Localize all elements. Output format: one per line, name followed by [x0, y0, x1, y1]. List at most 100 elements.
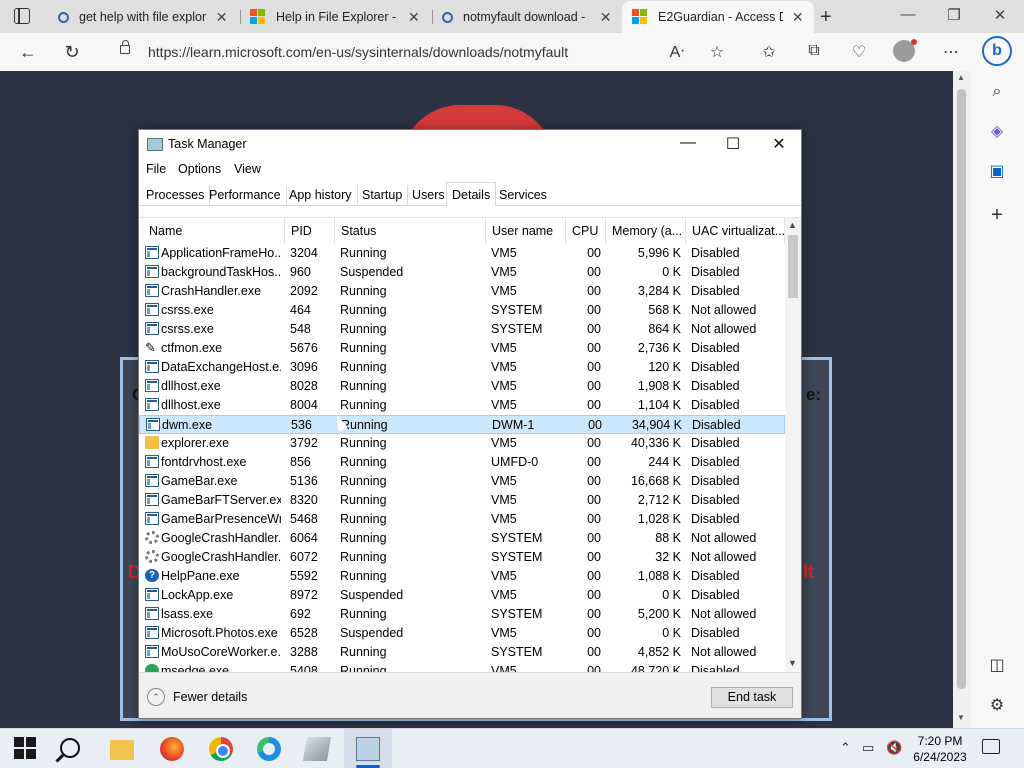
collections-icon[interactable]: ⧉	[803, 42, 825, 60]
table-row[interactable]: csrss.exe 464 Running SYSTEM 00 568 K Not allo…	[139, 301, 785, 320]
menu-file[interactable]: File	[146, 162, 166, 176]
outlook-icon[interactable]: ▣	[987, 162, 1007, 182]
add-icon[interactable]: +	[987, 205, 1007, 225]
virtual-machine-app-icon[interactable]	[302, 737, 332, 761]
file-explorer-icon[interactable]	[110, 740, 134, 760]
tab-startup[interactable]: Startup	[357, 185, 409, 206]
address-bar[interactable]: https://learn.microsoft.com/en-us/sysint…	[100, 38, 660, 66]
column-header-uac[interactable]: UAC virtualizat...	[686, 218, 785, 244]
end-task-button[interactable]: End task	[711, 687, 793, 708]
cell-name: ApplicationFrameHo...	[161, 246, 281, 260]
tab-users[interactable]: Users	[407, 185, 451, 206]
back-arrow-icon[interactable]: ←	[16, 40, 40, 64]
table-row[interactable]: explorer.exe 3792 Running VM5 00 40,336 K Disa…	[139, 434, 785, 453]
table-row[interactable]: DataExchangeHost.e... 3096 Running VM5 00 120…	[139, 358, 785, 377]
column-header-status[interactable]: Status	[335, 218, 486, 244]
minimize-icon[interactable]: —	[673, 134, 703, 152]
volume-muted-icon[interactable]: 🔇	[886, 740, 902, 756]
task-manager-taskbar-icon[interactable]	[356, 737, 380, 761]
favorite-star-icon[interactable]: ☆	[706, 42, 728, 62]
firefox-icon[interactable]	[160, 737, 184, 761]
settings-gear-icon[interactable]: ⚙	[987, 696, 1007, 716]
table-row[interactable]: MoUsoCoreWorker.e... 3288 Running SYSTEM 00 4…	[139, 643, 785, 662]
table-row[interactable]: Microsoft.Photos.exe 6528 Suspended VM5 00 0 …	[139, 624, 785, 643]
task-manager-titlebar[interactable]: Task Manager — ☐ ✕	[139, 130, 801, 160]
menu-view[interactable]: View	[234, 162, 261, 176]
sidebar-toggle-icon[interactable]: ◫	[987, 656, 1007, 676]
close-tab-icon[interactable]: ✕	[408, 9, 420, 26]
browser-essentials-icon[interactable]: ♡	[848, 42, 870, 62]
tab-app-history[interactable]: App history	[284, 185, 358, 206]
column-header-memory[interactable]: Memory (a...	[606, 218, 686, 244]
column-header-cpu[interactable]: CPU	[566, 218, 606, 244]
table-row[interactable]: CrashHandler.exe 2092 Running VM5 00 3,284 K D…	[139, 282, 785, 301]
table-row[interactable]: dllhost.exe 8004 Running VM5 00 1,104 K Disabl…	[139, 396, 785, 415]
table-row-selected[interactable]: dwm.exe 536 Running DWM-1 00 34,904 K Disabled	[139, 415, 785, 434]
table-row[interactable]: fontdrvhost.exe 856 Running UMFD-0 00 244 K Di…	[139, 453, 785, 472]
close-icon[interactable]: ✕	[990, 6, 1010, 24]
page-scrollbar[interactable]: ▲ ▼	[953, 71, 971, 728]
table-row[interactable]: GameBarPresenceWr... 5468 Running VM5 00 1,02…	[139, 510, 785, 529]
table-row[interactable]: backgroundTaskHos... 960 Suspended VM5 00 0 K…	[139, 263, 785, 282]
scroll-up-icon[interactable]: ▲	[788, 220, 797, 230]
browser-tab[interactable]: get help with file explor ✕	[48, 1, 238, 33]
network-icon[interactable]: ▭	[862, 740, 874, 756]
scroll-down-icon[interactable]: ▼	[957, 713, 965, 722]
menu-options[interactable]: Options	[178, 162, 221, 176]
table-row[interactable]: GameBarFTServer.exe 8320 Running VM5 00 2,712…	[139, 491, 785, 510]
start-button[interactable]	[14, 737, 38, 761]
copilot-icon[interactable]: ◈	[987, 122, 1007, 142]
table-row[interactable]: LockApp.exe 8972 Suspended VM5 00 0 K Disabled	[139, 586, 785, 605]
restore-icon[interactable]: ❐	[944, 6, 964, 24]
close-tab-icon[interactable]: ✕	[215, 9, 228, 26]
cell-pid: 3792	[290, 436, 318, 450]
scrollbar-thumb[interactable]	[957, 89, 966, 689]
scrollbar-thumb[interactable]	[788, 235, 798, 298]
tab-processes[interactable]: Processes	[141, 185, 211, 206]
scroll-down-icon[interactable]: ▼	[788, 658, 797, 668]
refresh-icon[interactable]: ↻	[60, 40, 84, 64]
browser-tab[interactable]: Help in File Explorer - M ✕	[240, 1, 430, 33]
tab-performance[interactable]: Performance	[204, 185, 287, 206]
table-row[interactable]: lsass.exe 692 Running SYSTEM 00 5,200 K Not al…	[139, 605, 785, 624]
column-header-user-name[interactable]: User name	[486, 218, 566, 244]
table-row[interactable]: ? HelpPane.exe 5592 Running VM5 00 1,088 K Disa…	[139, 567, 785, 586]
table-row[interactable]: GoogleCrashHandler... 6064 Running SYSTEM 00…	[139, 529, 785, 548]
notification-center-icon[interactable]	[982, 739, 1000, 754]
chevron-up-icon[interactable]: ⌃	[147, 688, 165, 706]
bing-chat-icon[interactable]: b	[982, 36, 1012, 66]
clock-time[interactable]: 7:20 PM	[913, 734, 967, 748]
table-row[interactable]: dllhost.exe 8028 Running VM5 00 1,908 K Disabl…	[139, 377, 785, 396]
scroll-up-icon[interactable]: ▲	[957, 73, 965, 82]
column-header-pid[interactable]: PID	[285, 218, 335, 244]
browser-tab-active[interactable]: E2Guardian - Access De ✕	[622, 1, 814, 33]
column-header-name[interactable]: ⌃ Name	[143, 218, 285, 244]
search-icon[interactable]: ⌕	[987, 82, 1007, 102]
chrome-icon[interactable]	[209, 737, 233, 761]
table-scrollbar[interactable]: ▲ ▼	[785, 218, 801, 673]
tab-actions-icon[interactable]	[14, 8, 30, 24]
browser-tab[interactable]: notmyfault download - ✕	[432, 1, 622, 33]
favorites-icon[interactable]: ✩	[758, 42, 780, 62]
chevron-up-icon[interactable]: ⌃	[840, 740, 851, 756]
close-icon[interactable]: ✕	[764, 134, 794, 154]
tab-details[interactable]: Details	[446, 182, 497, 207]
fewer-details-link[interactable]: Fewer details	[173, 690, 247, 704]
table-row[interactable]: GoogleCrashHandler... 6072 Running SYSTEM 00…	[139, 548, 785, 567]
close-tab-icon[interactable]: ✕	[599, 9, 612, 26]
maximize-icon[interactable]: ☐	[718, 134, 748, 154]
new-tab-icon[interactable]: +	[820, 6, 832, 29]
table-row[interactable]: ApplicationFrameHo... 3204 Running VM5 00 5,9…	[139, 244, 785, 263]
edge-icon[interactable]	[257, 737, 281, 761]
clock-date[interactable]: 6/24/2023	[910, 750, 970, 764]
cell-cpu: 00	[587, 379, 601, 393]
table-row[interactable]: GameBar.exe 5136 Running VM5 00 16,668 K Disab…	[139, 472, 785, 491]
table-row[interactable]: ✎ ctfmon.exe 5676 Running VM5 00 2,736 K Disabl…	[139, 339, 785, 358]
read-aloud-icon[interactable]: Aᐧ	[666, 42, 688, 62]
close-tab-icon[interactable]: ✕	[791, 9, 804, 26]
more-options-icon[interactable]: ⋯	[940, 42, 962, 62]
minimize-icon[interactable]: —	[898, 6, 918, 23]
table-row[interactable]: csrss.exe 548 Running SYSTEM 00 864 K Not allo…	[139, 320, 785, 339]
tab-services[interactable]: Services	[494, 185, 552, 206]
search-icon[interactable]	[60, 738, 80, 758]
